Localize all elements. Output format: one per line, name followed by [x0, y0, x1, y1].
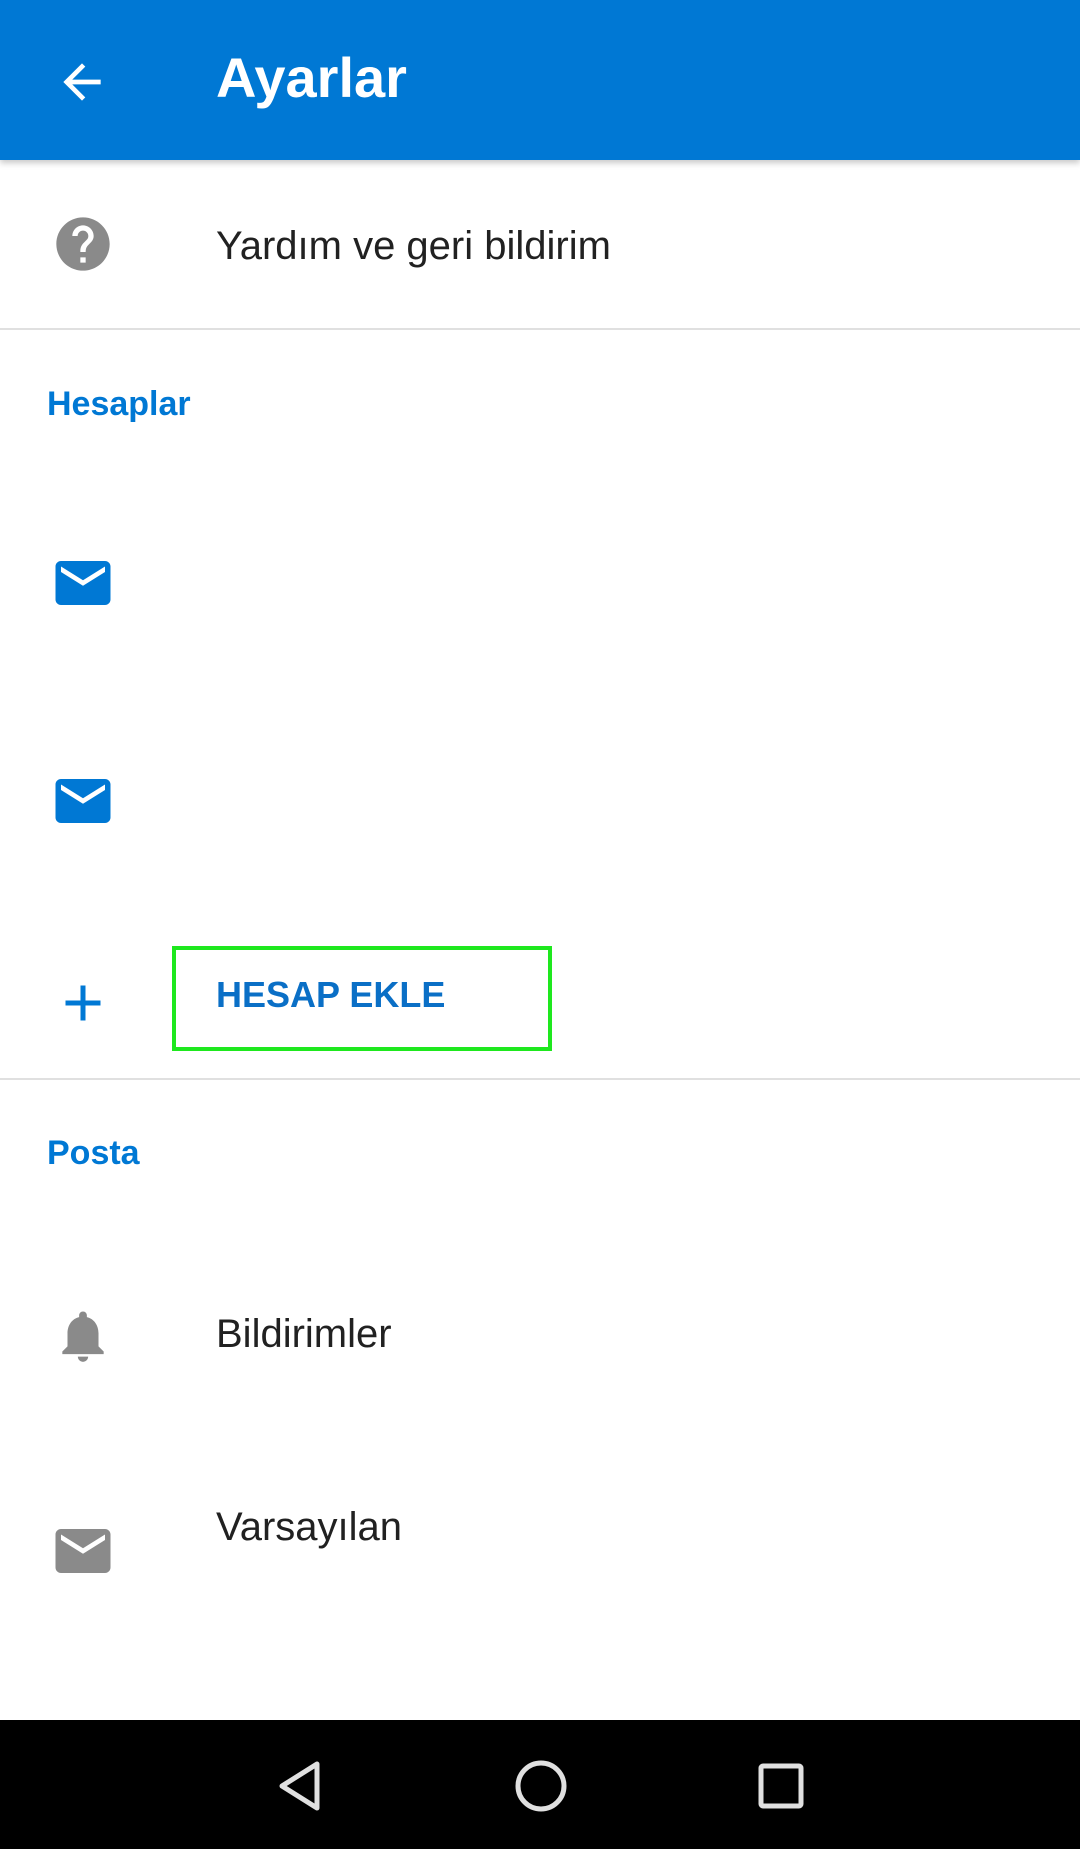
system-nav-bar — [0, 1720, 1080, 1849]
add-account-label[interactable]: HESAP EKLE — [216, 970, 445, 1020]
page-title: Ayarlar — [216, 46, 407, 109]
notifications-label: Bildirimler — [216, 1312, 392, 1356]
mail-icon — [50, 1518, 116, 1584]
divider — [0, 1078, 1080, 1080]
notifications-item[interactable]: Bildirimler — [0, 1230, 1080, 1438]
nav-home-button[interactable] — [491, 1736, 591, 1836]
back-button[interactable] — [34, 34, 130, 130]
nav-back-button[interactable] — [250, 1736, 350, 1836]
divider — [0, 328, 1080, 330]
bell-icon — [50, 1303, 116, 1369]
section-header-mail: Posta — [47, 1134, 140, 1172]
account-item[interactable] — [0, 692, 1080, 910]
plus-icon — [50, 970, 116, 1036]
mail-icon — [50, 768, 116, 834]
mail-icon — [50, 550, 116, 616]
default-item[interactable]: Varsayılan — [0, 1438, 1080, 1656]
help-feedback-item[interactable]: Yardım ve geri bildirim — [0, 160, 1080, 328]
nav-recents-button[interactable] — [731, 1736, 831, 1836]
back-triangle-icon — [279, 1761, 320, 1811]
help-circle-icon — [50, 211, 116, 277]
help-feedback-label: Yardım ve geri bildirim — [216, 224, 611, 268]
section-header-accounts: Hesaplar — [47, 385, 191, 423]
home-circle-icon — [515, 1760, 567, 1812]
default-label: Varsayılan — [216, 1505, 403, 1549]
arrow-left-icon — [63, 63, 101, 101]
app-bar: Ayarlar — [0, 0, 1080, 160]
account-item[interactable] — [0, 474, 1080, 692]
recents-square-icon — [758, 1763, 804, 1809]
